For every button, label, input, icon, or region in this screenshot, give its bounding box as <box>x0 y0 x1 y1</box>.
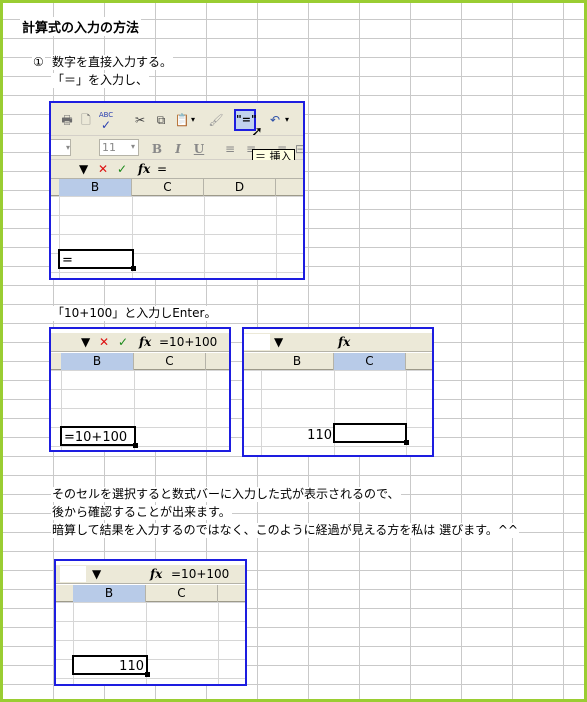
step2-text: 「10+100」と入力しEnter。 <box>51 306 218 321</box>
column-headers: B C <box>56 585 245 602</box>
column-header-b[interactable]: B <box>73 585 146 602</box>
spellcheck-icon[interactable]: ABC ✓ <box>97 110 115 131</box>
formula-input[interactable]: =10+100 <box>171 566 229 582</box>
name-box[interactable] <box>244 334 270 350</box>
result-cell[interactable]: 110 <box>262 426 334 446</box>
cancel-icon[interactable]: ✕ <box>98 161 108 177</box>
enter-icon[interactable]: ✓ <box>117 161 127 177</box>
font-name-dropdown[interactable]: ▾ <box>51 139 71 156</box>
bold-button[interactable]: B <box>148 140 166 158</box>
column-header-c[interactable]: C <box>334 353 406 370</box>
active-cell[interactable]: 110 <box>72 655 150 677</box>
column-headers: B C <box>51 353 229 370</box>
underline-button[interactable]: U <box>190 140 208 158</box>
formula-bar: ▼ ✕ ✓ fx =10+100 <box>51 333 229 352</box>
screenshot-equals-entry: 🖶 🗋 ABC ✓ ✂ ⧉ 📋 ▾ 🖌 "=" ➚ ↶ ▾ ▾ 11 ▾ B I … <box>49 101 305 280</box>
name-box-dropdown-icon[interactable]: ▼ <box>274 334 283 350</box>
explanation-line-2: 後から確認することが出来ます。 <box>51 505 232 520</box>
format-painter-icon[interactable]: 🖌 <box>207 111 225 129</box>
name-box[interactable] <box>60 566 86 582</box>
column-header-d[interactable]: D <box>204 179 276 196</box>
insert-function-icon[interactable]: fx <box>150 566 162 582</box>
print-icon[interactable]: 🖶 <box>58 111 76 129</box>
column-headers: B C D <box>51 179 303 196</box>
screenshot-formula-result: ▼ fx B C 110 <box>242 327 434 457</box>
column-header-b[interactable]: B <box>59 179 132 196</box>
active-cell[interactable]: =10+100 <box>60 426 138 448</box>
column-header-b[interactable]: B <box>61 353 134 370</box>
step1-line1: 数字を直接入力する。 <box>51 55 174 70</box>
column-header-c[interactable]: C <box>132 179 204 196</box>
column-header-c[interactable]: C <box>134 353 206 370</box>
column-headers: B C <box>244 353 432 370</box>
step1-line2: 「＝」を入力し、 <box>51 73 150 88</box>
active-cell[interactable]: = <box>58 249 136 271</box>
copy-icon[interactable]: ⧉ <box>152 111 170 129</box>
font-size-arrow-icon: ▾ <box>130 142 135 151</box>
explanation-line-1: そのセルを選択すると数式バーに入力した式が表示されるので、 <box>51 487 401 502</box>
column-header-b[interactable]: B <box>261 353 334 370</box>
insert-function-icon[interactable]: fx <box>338 334 350 350</box>
italic-button[interactable]: I <box>169 140 187 158</box>
screenshot-formula-entry: ▼ ✕ ✓ fx =10+100 B C =10+100 <box>49 327 231 452</box>
name-box-dropdown-icon[interactable]: ▼ <box>79 161 88 177</box>
formula-bar: ▼ fx =10+100 <box>56 565 245 584</box>
undo-dropdown-icon[interactable]: ▾ <box>282 111 292 129</box>
explanation-line-3: 暗算して結果を入力するのではなく、このように経過が見える方を私は 選びます。^^ <box>51 523 520 538</box>
enter-icon[interactable]: ✓ <box>118 334 128 350</box>
cut-icon[interactable]: ✂ <box>131 111 149 129</box>
formula-bar: ▼ fx <box>244 333 432 352</box>
column-header-c[interactable]: C <box>146 585 218 602</box>
standard-toolbar: 🖶 🗋 ABC ✓ ✂ ⧉ 📋 ▾ 🖌 "=" ➚ ↶ ▾ <box>51 103 303 140</box>
formula-input[interactable]: =10+100 <box>159 334 217 350</box>
screenshot-formula-bar-check: ▼ fx =10+100 B C 110 <box>54 559 247 686</box>
cancel-icon[interactable]: ✕ <box>99 334 109 350</box>
formula-input[interactable]: = <box>157 161 167 177</box>
step-number: ① <box>32 55 45 70</box>
formula-bar: ▼ ✕ ✓ fx = <box>51 160 303 179</box>
name-box-dropdown-icon[interactable]: ▼ <box>92 566 101 582</box>
insert-function-icon[interactable]: fx <box>139 334 151 350</box>
paste-dropdown-icon[interactable]: ▾ <box>188 111 198 129</box>
align-left-icon[interactable]: ≡ <box>221 140 239 158</box>
active-cell[interactable] <box>333 423 409 445</box>
name-box-dropdown-icon[interactable]: ▼ <box>81 334 90 350</box>
page-title: 計算式の入力の方法 <box>20 17 142 36</box>
insert-function-icon[interactable]: fx <box>138 161 150 177</box>
print-preview-icon[interactable]: 🗋 <box>77 111 95 129</box>
